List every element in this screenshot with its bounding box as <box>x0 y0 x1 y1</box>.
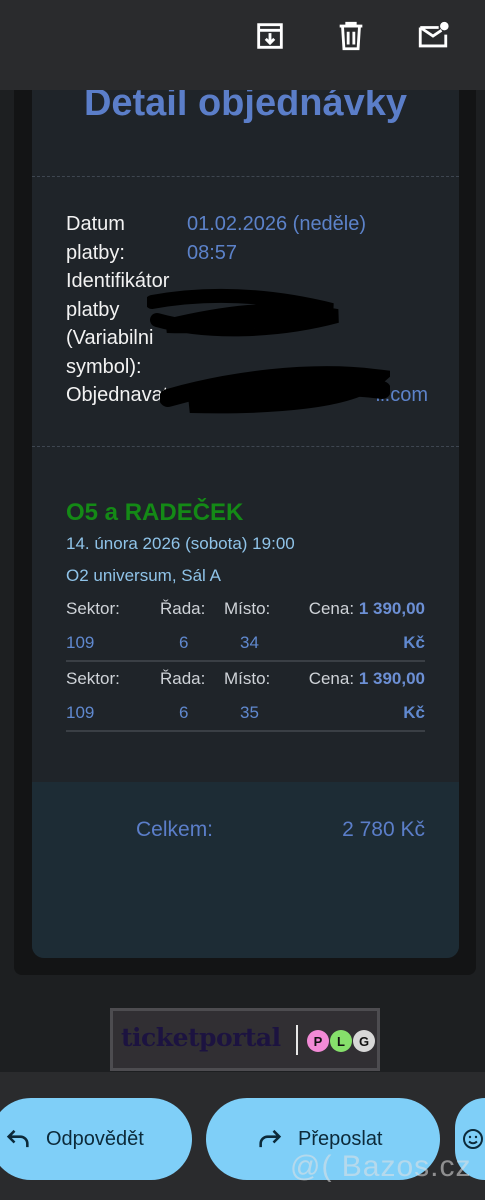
divider <box>32 446 459 447</box>
page-title: Detail objednávky <box>83 90 408 124</box>
field-label: platby: <box>66 241 125 264</box>
archive-button[interactable] <box>248 14 292 58</box>
plg-badge: G <box>353 1030 375 1052</box>
field-label: Datum <box>66 213 125 235</box>
ticket-row-number: 6 <box>179 703 189 722</box>
forward-icon <box>259 1129 282 1148</box>
ticket-seat: 35 <box>240 703 259 722</box>
plg-badge: P <box>307 1030 329 1052</box>
row-header: Řada: <box>160 599 206 618</box>
sector-header: Sektor: <box>66 599 120 618</box>
total-section: Celkem: 2 780 Kč <box>32 782 459 958</box>
ticket-row: Sektor: Řada: Místo: Cena: 1 390,00 109 … <box>66 590 425 662</box>
ticket-row-number: 6 <box>179 633 189 652</box>
row-header: Řada: <box>160 669 206 688</box>
ticket-price: 1 390,00 <box>358 669 425 688</box>
ticketportal-logo[interactable]: ticketportal P L G <box>110 1008 380 1071</box>
ticket-sector: 109 <box>66 703 95 722</box>
event-venue: O2 universum, Sál A <box>66 566 221 585</box>
top-toolbar <box>0 0 485 90</box>
divider <box>32 176 459 177</box>
order-card: Detail objednávky Datum 01.02.2026 (neděl… <box>32 90 459 958</box>
event-name: O5 a RADEČEK <box>66 499 244 526</box>
logo-divider <box>296 1025 298 1055</box>
trash-icon <box>339 21 363 51</box>
reply-button[interactable]: Odpovědět <box>0 1098 192 1180</box>
redaction-scribble <box>147 288 339 337</box>
total-label: Celkem: <box>136 818 214 841</box>
info-row: Datum 01.02.2026 (neděle) <box>66 210 428 239</box>
price-header: Cena: <box>308 669 355 688</box>
logo-wordmark: ticketportal <box>121 1023 281 1052</box>
ticket-currency: Kč <box>403 633 425 652</box>
delete-button[interactable] <box>329 14 373 58</box>
ticket-price: 1 390,00 <box>358 599 425 618</box>
event-datetime: 14. února 2026 (sobota) 19:00 <box>66 534 295 553</box>
reply-label: Odpovědět <box>46 1127 144 1150</box>
sector-header: Sektor: <box>66 669 120 688</box>
plg-badge: L <box>330 1030 352 1052</box>
redaction-scribble <box>160 366 390 414</box>
reply-icon <box>6 1129 29 1148</box>
forward-label: Přeposlat <box>298 1127 383 1150</box>
field-value: 08:57 <box>187 241 238 264</box>
watermark: @( Bazos.cz <box>290 1150 472 1183</box>
ticket-seat: 34 <box>240 633 259 652</box>
emoji-icon <box>463 1129 483 1149</box>
seat-header: Místo: <box>224 669 271 688</box>
ticket-currency: Kč <box>403 703 425 722</box>
ticket-row: Sektor: Řada: Místo: Cena: 1 390,00 109 … <box>66 660 425 732</box>
mark-unread-button[interactable] <box>411 14 455 58</box>
mail-unread-icon <box>418 21 449 48</box>
seat-header: Místo: <box>224 599 271 618</box>
price-header: Cena: <box>308 599 355 618</box>
info-row: platby: 08:57 <box>66 239 428 268</box>
archive-icon <box>257 23 283 49</box>
field-value: 01.02.2026 (neděle) <box>187 213 367 235</box>
total-value: 2 780 Kč <box>342 818 425 841</box>
ticket-sector: 109 <box>66 633 95 652</box>
